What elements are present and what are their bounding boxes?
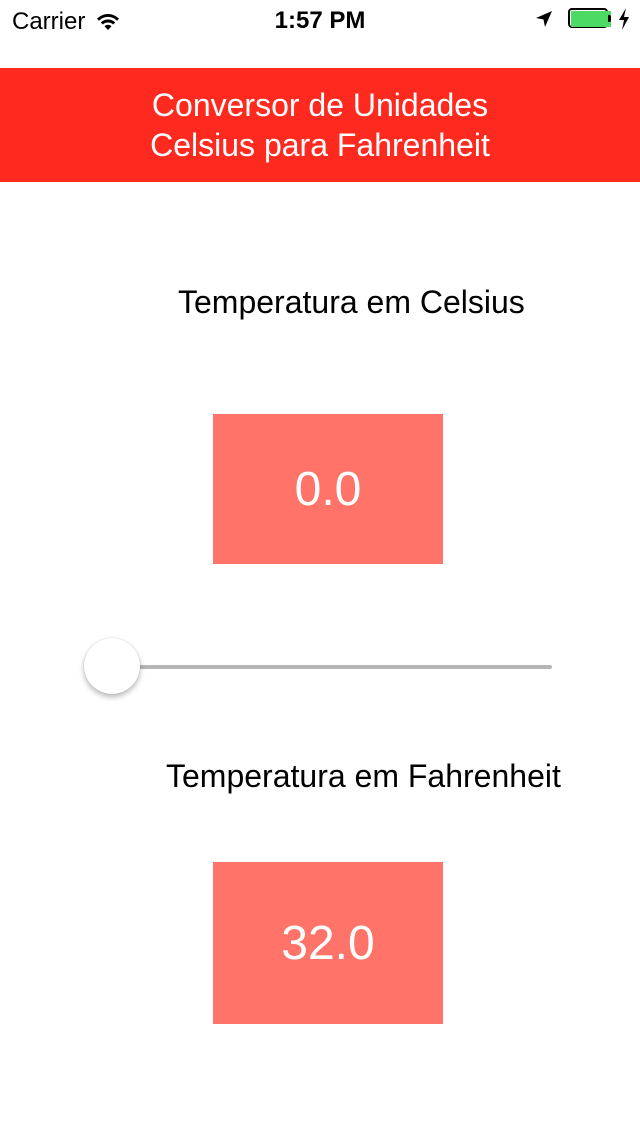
fahrenheit-label: Temperatura em Fahrenheit xyxy=(166,758,561,794)
title-header: Conversor de Unidades Celsius para Fahre… xyxy=(0,68,640,182)
status-right-group xyxy=(534,8,630,30)
status-bar: Carrier 1:57 PM xyxy=(0,0,640,40)
battery-level xyxy=(571,11,611,27)
fahrenheit-value: 32.0 xyxy=(281,916,375,970)
charging-bolt-icon xyxy=(619,8,629,30)
location-arrow-icon xyxy=(536,11,552,27)
header-title-line1: Conversor de Unidades xyxy=(151,87,489,123)
celsius-label: Temperatura em Celsius xyxy=(178,284,525,320)
slider-thumb[interactable] xyxy=(84,638,140,694)
app-screen: Carrier 1:57 PM Conversor de Unidades Ce… xyxy=(0,0,640,1136)
header-title-line2: Celsius para Fahrenheit xyxy=(150,127,490,163)
celsius-slider[interactable] xyxy=(84,636,552,696)
celsius-value: 0.0 xyxy=(294,462,362,516)
slider-track[interactable] xyxy=(84,665,552,669)
fahrenheit-value-box: 32.0 xyxy=(213,862,443,1024)
battery-icon xyxy=(568,8,614,30)
celsius-value-box: 0.0 xyxy=(213,414,443,564)
